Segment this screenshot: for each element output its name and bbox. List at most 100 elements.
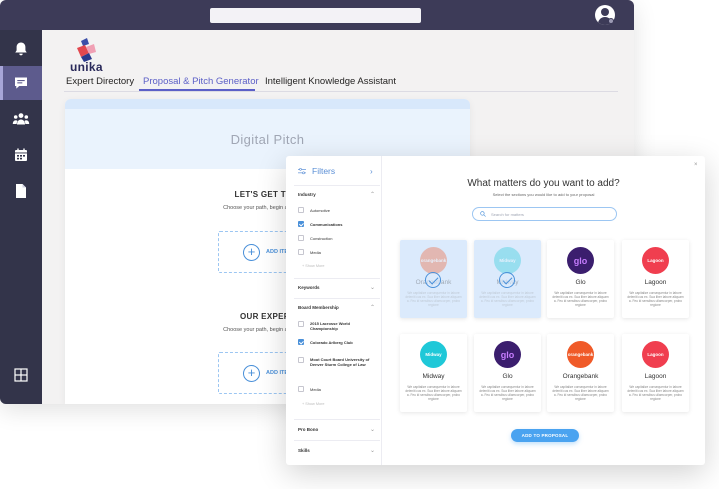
modal-subtitle: Select the sections you would like to ad… (492, 192, 595, 197)
matter-tile-lagoon[interactable]: Lagoon Lagoon We capitalize consequentur… (622, 240, 689, 318)
divider (294, 278, 380, 279)
checkbox-media[interactable] (298, 249, 304, 255)
divider (294, 185, 380, 186)
matter-tile-glo[interactable]: glo Glo We capitalize consequentur in la… (474, 334, 541, 412)
filter-option: 2015 Lacrosse World Championship (310, 321, 350, 331)
filter-option: Media (310, 250, 321, 255)
tab-divider (64, 91, 618, 92)
matters-search-input[interactable]: Search for matters (472, 207, 617, 221)
show-more-link[interactable]: + Show More (302, 264, 324, 268)
matter-name: Lagoon (644, 279, 667, 286)
chevron-down-icon[interactable]: ⌄ (370, 447, 375, 454)
rail-item-apps[interactable] (0, 358, 42, 392)
checkbox-colorado-arlberg-club[interactable] (298, 339, 304, 345)
chat-icon (15, 77, 27, 89)
brand-name: unika (70, 60, 103, 74)
checkbox-lacrosse[interactable] (298, 321, 304, 327)
orangebank-logo-icon: orangebank (420, 247, 447, 274)
tab-expert-directory[interactable]: Expert Directory (66, 76, 134, 87)
matter-name: Lagoon (644, 373, 667, 380)
midway-logo-icon: Midway (494, 247, 521, 274)
matter-tile-midway[interactable]: Midway Midway We capitalize consequentur… (400, 334, 467, 412)
checkbox-moot-court-board[interactable] (298, 357, 304, 363)
filter-group-pro-bono[interactable]: Pro Bono (298, 427, 318, 432)
add-item-label: ADD ITE (266, 370, 288, 376)
matter-description: We capitalize consequentur in labore del… (479, 291, 536, 307)
checkmark-icon (425, 272, 441, 288)
matter-tile-glo[interactable]: glo Glo We capitalize consequentur in la… (547, 240, 614, 318)
matter-tile-orangebank[interactable]: orangebank Orangebank We capitalize cons… (400, 240, 467, 318)
matter-description: We capitalize consequentur in labore del… (627, 291, 684, 307)
matter-description: We capitalize consequentur in labore del… (479, 385, 536, 401)
files-icon (16, 184, 26, 198)
rail-item-files[interactable] (0, 174, 42, 208)
glo-logo-icon: glo (494, 341, 521, 368)
filter-sliders-icon (298, 168, 306, 175)
top-bar (0, 0, 634, 30)
filter-option: Colorado Arlberg Club (310, 340, 353, 345)
matter-description: We capitalize consequentur in labore del… (552, 291, 609, 307)
filter-group-skills[interactable]: Skills (298, 448, 310, 453)
chevron-right-icon[interactable]: › (370, 167, 373, 176)
matter-tile-midway[interactable]: Midway Midway We capitalize consequentur… (474, 240, 541, 318)
chevron-up-icon[interactable]: ⌃ (370, 191, 375, 198)
add-matters-modal: Filters › Industry ⌃ Automotive Communic… (286, 156, 705, 465)
apps-icon (14, 368, 28, 382)
plus-icon: + (243, 244, 260, 261)
matter-description: We capitalize consequentur in labore del… (627, 385, 684, 401)
matter-description: We capitalize consequentur in labore del… (552, 385, 609, 401)
checkbox-communications[interactable] (298, 221, 304, 227)
checkbox-construction[interactable] (298, 235, 304, 241)
matter-name: Orangebank (562, 373, 599, 380)
filter-option: Media (310, 387, 321, 392)
close-icon[interactable]: × (694, 162, 698, 168)
plus-icon: + (243, 365, 260, 382)
filter-option: Construction (310, 236, 333, 241)
lagoon-logo-icon: Lagoon (642, 341, 669, 368)
rail-item-calendar[interactable] (0, 138, 42, 172)
search-icon (480, 211, 486, 217)
matter-description: We capitalize consequentur in labore del… (405, 291, 462, 307)
bell-icon (15, 42, 27, 56)
tab-proposal-pitch-generator[interactable]: Proposal & Pitch Generator (143, 76, 259, 87)
chevron-down-icon[interactable]: ⌄ (370, 284, 375, 291)
matter-name: Glo (502, 373, 513, 380)
filter-option: Communications (310, 222, 343, 227)
calendar-icon (15, 148, 27, 161)
midway-logo-icon: Midway (420, 341, 447, 368)
rail-item-activity[interactable] (0, 32, 42, 66)
unika-logo-icon (77, 38, 96, 62)
filter-option: Moot Court Board University of Denver St… (310, 357, 370, 367)
tab-intelligent-knowledge-assistant[interactable]: Intelligent Knowledge Assistant (265, 76, 396, 87)
filter-group-keywords[interactable]: Keywords (298, 285, 320, 290)
presence-dot (608, 18, 614, 24)
checkbox-media-board[interactable] (298, 386, 304, 392)
orangebank-logo-icon: orangebank (567, 341, 594, 368)
add-to-proposal-button[interactable]: ADD TO PROPOSAL (511, 429, 579, 442)
search-placeholder: Search for matters (491, 212, 524, 217)
matter-tile-orangebank[interactable]: orangebank Orangebank We capitalize cons… (547, 334, 614, 412)
glo-logo-icon: glo (567, 247, 594, 274)
checkbox-automotive[interactable] (298, 207, 304, 213)
filters-title: Filters (312, 166, 336, 176)
matter-name: Glo (575, 279, 586, 286)
rail-item-chat[interactable] (0, 66, 42, 100)
matter-name: Midway (422, 373, 445, 380)
chevron-down-icon[interactable]: ⌄ (370, 426, 375, 433)
add-item-label: ADD ITE (266, 249, 288, 255)
divider (294, 419, 380, 420)
matter-description: We capitalize consequentur in labore del… (405, 385, 462, 401)
chevron-up-icon[interactable]: ⌃ (370, 304, 375, 311)
search-bar[interactable] (210, 8, 421, 23)
rail-item-teams[interactable] (0, 102, 42, 136)
divider (294, 440, 380, 441)
filter-group-board-membership[interactable]: Board Membership (298, 305, 339, 310)
checkmark-icon (499, 272, 515, 288)
show-more-link[interactable]: + Show More (302, 402, 324, 406)
matter-tile-lagoon[interactable]: Lagoon Lagoon We capitalize consequentur… (622, 334, 689, 412)
filter-group-industry[interactable]: Industry (298, 192, 316, 197)
lagoon-logo-icon: Lagoon (642, 247, 669, 274)
divider (294, 298, 380, 299)
pitch-title: Digital Pitch (230, 131, 305, 147)
teams-icon (12, 113, 30, 125)
